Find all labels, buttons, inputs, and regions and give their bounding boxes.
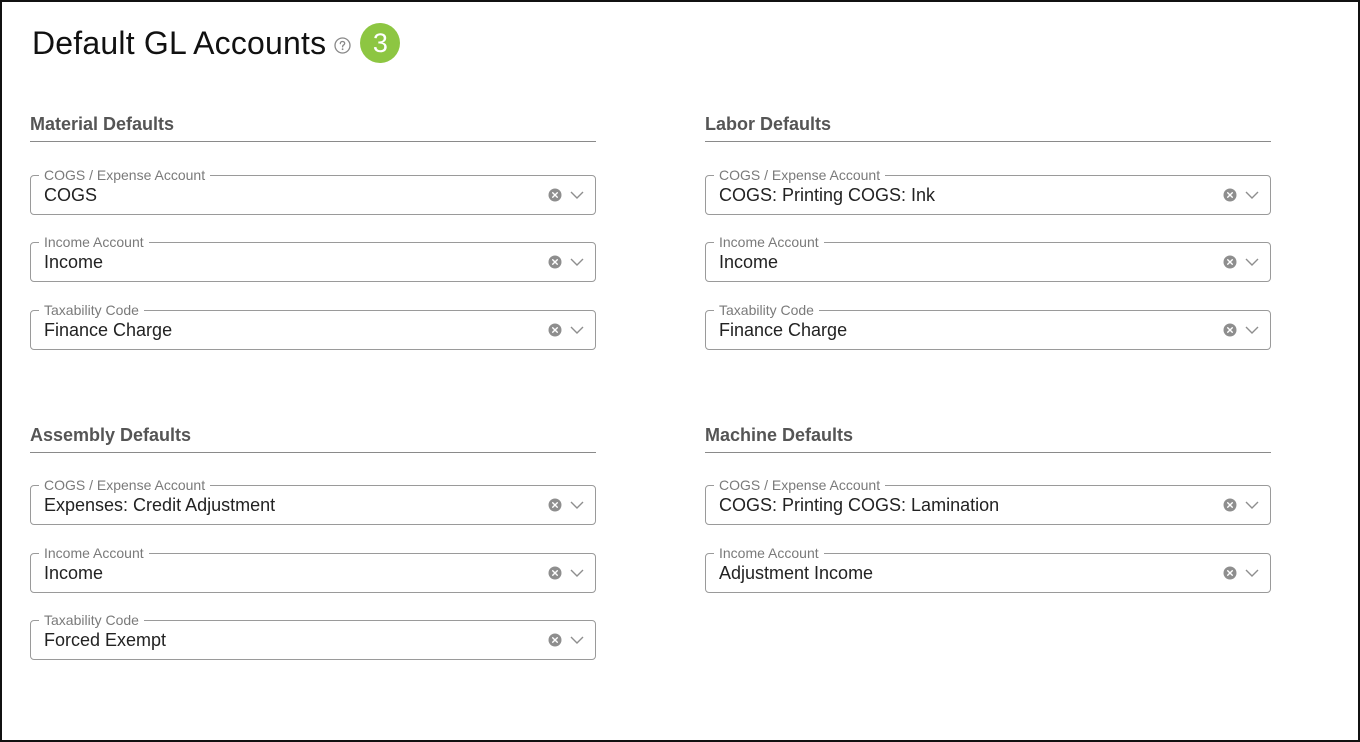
field-label: Taxability Code <box>39 301 144 319</box>
field-value: Finance Charge <box>719 320 848 340</box>
page-title: Default GL Accounts <box>32 24 327 61</box>
chevron-down-icon[interactable] <box>570 325 584 335</box>
chevron-down-icon[interactable] <box>570 568 584 578</box>
section-title: Material Defaults <box>30 112 596 142</box>
field-label: Income Account <box>39 544 149 562</box>
field-value: Finance Charge <box>44 320 173 340</box>
chevron-down-icon[interactable] <box>570 190 584 200</box>
machine-cogs-expense-account-select[interactable]: COGS / Expense Account COGS: Printing CO… <box>705 476 1271 525</box>
assembly-defaults-section: Assembly Defaults COGS / Expense Account… <box>30 423 596 660</box>
field-value: Forced Exempt <box>44 630 167 650</box>
field-label: Taxability Code <box>714 301 819 319</box>
assembly-cogs-expense-account-select[interactable]: COGS / Expense Account Expenses: Credit … <box>30 476 596 525</box>
labor-cogs-expense-account-select[interactable]: COGS / Expense Account COGS: Printing CO… <box>705 166 1271 215</box>
field-label: COGS / Expense Account <box>39 476 211 494</box>
clear-circle-icon[interactable] <box>548 255 562 269</box>
clear-circle-icon[interactable] <box>1223 323 1237 337</box>
chevron-down-icon[interactable] <box>1245 568 1259 578</box>
machine-income-account-select[interactable]: Income Account Adjustment Income <box>705 544 1271 593</box>
clear-circle-icon[interactable] <box>548 498 562 512</box>
chevron-down-icon[interactable] <box>1245 500 1259 510</box>
field-value: Adjustment Income <box>719 563 874 583</box>
field-label: COGS / Expense Account <box>714 476 886 494</box>
field-label: Taxability Code <box>39 611 144 629</box>
clear-circle-icon[interactable] <box>1223 255 1237 269</box>
page-container: Default GL Accounts 3 Material Defaults … <box>0 0 1360 742</box>
clear-circle-icon[interactable] <box>548 188 562 202</box>
field-value: COGS: Printing COGS: Lamination <box>719 495 1000 515</box>
section-title: Labor Defaults <box>705 112 1271 142</box>
clear-circle-icon[interactable] <box>1223 498 1237 512</box>
material-defaults-section: Material Defaults COGS / Expense Account… <box>30 112 596 350</box>
question-circle-icon[interactable] <box>334 36 351 54</box>
step-badge: 3 <box>360 23 401 63</box>
field-label: Income Account <box>714 233 824 251</box>
chevron-down-icon[interactable] <box>570 635 584 645</box>
labor-taxability-code-select[interactable]: Taxability Code Finance Charge <box>705 301 1271 350</box>
field-value: Income <box>719 252 779 272</box>
field-value: Income <box>44 252 104 272</box>
clear-circle-icon[interactable] <box>548 633 562 647</box>
assembly-taxability-code-select[interactable]: Taxability Code Forced Exempt <box>30 611 596 660</box>
page-header: Default GL Accounts 3 <box>32 22 401 64</box>
clear-circle-icon[interactable] <box>548 323 562 337</box>
field-value: COGS: Printing COGS: Ink <box>719 185 936 205</box>
labor-income-account-select[interactable]: Income Account Income <box>705 233 1271 282</box>
chevron-down-icon[interactable] <box>570 257 584 267</box>
section-title: Machine Defaults <box>705 423 1271 453</box>
clear-circle-icon[interactable] <box>1223 566 1237 580</box>
material-income-account-select[interactable]: Income Account Income <box>30 233 596 282</box>
chevron-down-icon[interactable] <box>1245 325 1259 335</box>
field-label: COGS / Expense Account <box>39 166 211 184</box>
field-label: Income Account <box>39 233 149 251</box>
field-value: Income <box>44 563 104 583</box>
labor-defaults-section: Labor Defaults COGS / Expense Account CO… <box>705 112 1271 350</box>
machine-defaults-section: Machine Defaults COGS / Expense Account … <box>705 423 1271 593</box>
field-label: COGS / Expense Account <box>714 166 886 184</box>
field-value: Expenses: Credit Adjustment <box>44 495 276 515</box>
material-taxability-code-select[interactable]: Taxability Code Finance Charge <box>30 301 596 350</box>
clear-circle-icon[interactable] <box>548 566 562 580</box>
chevron-down-icon[interactable] <box>1245 190 1259 200</box>
field-value: COGS <box>44 185 98 205</box>
section-title: Assembly Defaults <box>30 423 596 453</box>
chevron-down-icon[interactable] <box>1245 257 1259 267</box>
material-cogs-expense-account-select[interactable]: COGS / Expense Account COGS <box>30 166 596 215</box>
clear-circle-icon[interactable] <box>1223 188 1237 202</box>
field-label: Income Account <box>714 544 824 562</box>
chevron-down-icon[interactable] <box>570 500 584 510</box>
assembly-income-account-select[interactable]: Income Account Income <box>30 544 596 593</box>
